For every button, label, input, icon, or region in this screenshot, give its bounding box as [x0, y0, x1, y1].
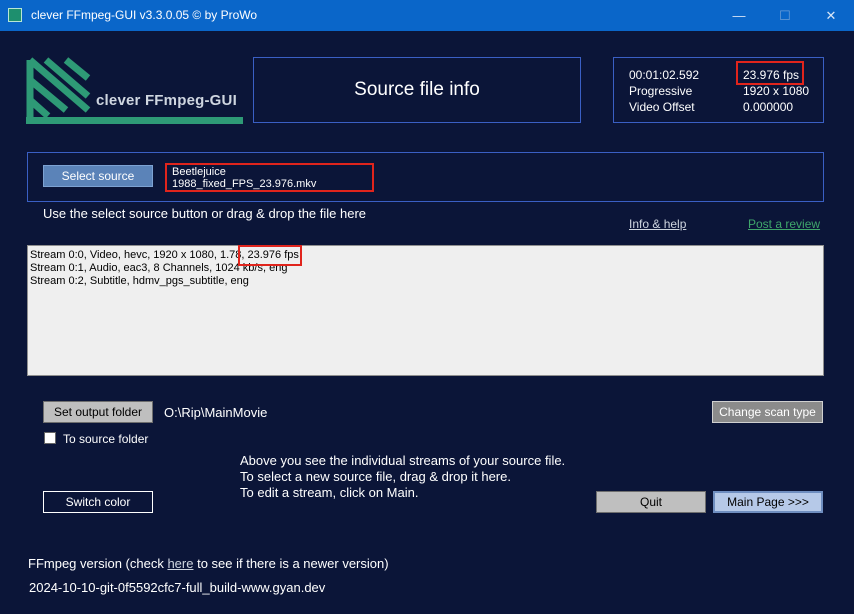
source-filename-text: Beetlejuice 1988_fixed_FPS_23.976.mkv — [172, 165, 317, 190]
header-title-text: Source file info — [354, 79, 480, 100]
resolution-value: 1920 x 1080 — [743, 84, 810, 98]
instructions-text: Above you see the individual streams of … — [240, 453, 565, 501]
drag-drop-hint: Use the select source button or drag & d… — [43, 206, 367, 221]
ffmpeg-version-suffix: to see if there is a newer version) — [193, 556, 389, 571]
ffmpeg-update-link[interactable]: here — [167, 556, 193, 571]
switch-color-button[interactable]: Switch color — [43, 491, 153, 513]
minimize-button[interactable]: — — [716, 0, 762, 31]
stream-row[interactable]: Stream 0:0, Video, hevc, 1920 x 1080, 1.… — [30, 249, 821, 262]
duration-value: 00:01:02.592 — [629, 68, 700, 82]
post-review-link[interactable]: Post a review — [748, 217, 820, 231]
main-page-button[interactable]: Main Page >>> — [713, 491, 823, 513]
ffmpeg-version-prefix: FFmpeg version (check — [28, 556, 168, 571]
to-source-folder-checkbox[interactable] — [44, 432, 56, 444]
quit-button[interactable]: Quit — [596, 491, 706, 513]
change-scan-type-button[interactable]: Change scan type — [712, 401, 823, 423]
app-icon — [8, 8, 22, 22]
source-filename: Beetlejuice 1988_fixed_FPS_23.976.mkv — [165, 163, 374, 192]
video-offset-label: Video Offset — [629, 100, 695, 114]
info-help-link[interactable]: Info & help — [629, 217, 686, 231]
select-source-button[interactable]: Select source — [43, 165, 153, 187]
video-offset-value: 0.000000 — [743, 100, 794, 114]
instruction-line: To edit a stream, click on Main. — [240, 485, 419, 500]
fps-highlight-box — [736, 61, 804, 85]
ffmpeg-version-line: FFmpeg version (check here to see if the… — [28, 556, 389, 571]
app-logo: clever FFmpeg-GUI — [26, 56, 246, 126]
streams-list[interactable]: Stream 0:0, Video, hevc, 1920 x 1080, 1.… — [27, 245, 824, 376]
maximize-button[interactable]: ☐ — [762, 0, 808, 31]
output-path: O:\Rip\MainMovie — [164, 405, 268, 420]
title-bar: clever FFmpeg-GUI v3.3.0.05 © by ProWo —… — [0, 0, 854, 31]
logo-text: clever FFmpeg-GUI — [96, 92, 237, 109]
window-title: clever FFmpeg-GUI v3.3.0.05 © by ProWo — [31, 8, 258, 22]
scan-type-value: Progressive — [629, 84, 693, 98]
instruction-line: To select a new source file, drag & drop… — [240, 469, 511, 484]
set-output-folder-button[interactable]: Set output folder — [43, 401, 153, 423]
instruction-line: Above you see the individual streams of … — [240, 453, 566, 468]
ffmpeg-logo-icon — [26, 57, 243, 124]
close-button[interactable]: ✕ — [808, 0, 854, 31]
stream-row[interactable]: Stream 0:2, Subtitle, hdmv_pgs_subtitle,… — [30, 275, 821, 288]
ffmpeg-build-string: 2024-10-10-git-0f5592cfc7-full_build-www… — [29, 580, 326, 595]
stream-fps-highlight-box — [238, 245, 302, 266]
page-title: Source file info — [253, 57, 581, 123]
to-source-folder-label: To source folder — [63, 432, 149, 446]
stream-row[interactable]: Stream 0:1, Audio, eac3, 8 Channels, 102… — [30, 262, 821, 275]
